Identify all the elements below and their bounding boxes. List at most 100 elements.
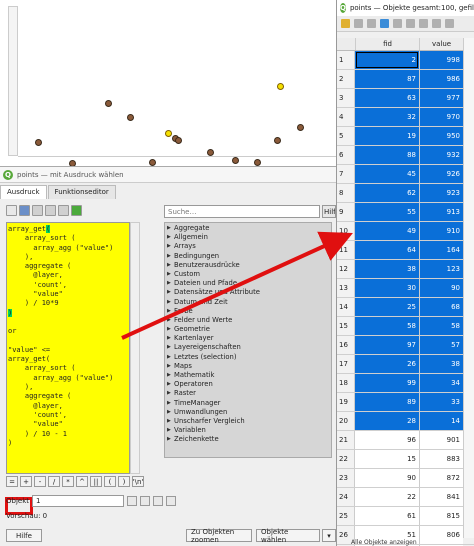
table-row[interactable]: 14 25 68 [337,298,474,317]
row-number[interactable]: 3 [337,89,355,107]
point-marker[interactable] [274,137,281,144]
operator-button[interactable]: ( [104,476,116,487]
row-number[interactable]: 12 [337,260,355,278]
table-row[interactable]: 13 30 90 [337,279,474,298]
add-feature-icon[interactable] [393,19,402,28]
function-group-item[interactable]: ▶ Unscharfer Vergleich [165,417,331,426]
table-row[interactable]: 1 2 998 [337,51,474,70]
expand-arrow-icon[interactable]: ▶ [167,325,174,334]
table-row[interactable]: 6 88 932 [337,146,474,165]
operator-button[interactable]: + [20,476,32,487]
row-number[interactable]: 4 [337,108,355,126]
reload-icon[interactable] [380,19,389,28]
table-row[interactable]: 23 90 872 [337,469,474,488]
expand-arrow-icon[interactable]: ▶ [167,261,174,270]
function-group-item[interactable]: ▶ Geometrie [165,325,331,334]
map-canvas[interactable] [0,0,336,167]
table-row[interactable]: 18 99 34 [337,374,474,393]
row-number[interactable]: 25 [337,507,355,525]
table-row[interactable]: 17 26 38 [337,355,474,374]
table-row[interactable]: 3 63 977 [337,89,474,108]
row-number[interactable]: 8 [337,184,355,202]
function-group-item[interactable]: ▶ Custom [165,270,331,279]
multi-edit-icon[interactable] [354,19,363,28]
table-row[interactable]: 12 38 123 [337,260,474,279]
grid-scrollbar[interactable] [463,38,474,538]
delete-feature-icon[interactable] [406,19,415,28]
function-group-item[interactable]: ▶ Bedingungen [165,252,331,261]
row-number[interactable]: 5 [337,127,355,145]
row-number[interactable]: 15 [337,317,355,335]
expand-arrow-icon[interactable]: ▶ [167,334,174,343]
expand-arrow-icon[interactable]: ▶ [167,426,174,435]
function-group-item[interactable]: ▶ Datensätze und Attribute [165,288,331,297]
expand-arrow-icon[interactable]: ▶ [167,233,174,242]
column-header-value[interactable]: value [419,38,463,50]
function-group-item[interactable]: ▶ Dateien und Pfade [165,279,331,288]
operator-button[interactable]: '\n' [132,476,144,487]
new-expression-icon[interactable] [6,205,17,216]
operator-button[interactable]: || [90,476,102,487]
row-number[interactable]: 20 [337,412,355,430]
expand-arrow-icon[interactable]: ▶ [167,252,174,261]
function-group-item[interactable]: ▶ Zeichenkette [165,435,331,444]
expand-arrow-icon[interactable]: ▶ [167,389,174,398]
table-row[interactable]: 16 97 57 [337,336,474,355]
expand-arrow-icon[interactable]: ▶ [167,288,174,297]
table-row[interactable]: 21 96 901 [337,431,474,450]
tab-funktionseditor[interactable]: Funktionseditor [47,185,116,199]
row-number[interactable]: 11 [337,241,355,259]
paste-icon[interactable] [445,19,454,28]
operator-button[interactable]: / [48,476,60,487]
table-row[interactable]: 10 49 910 [337,222,474,241]
save-edits-icon[interactable] [367,19,376,28]
edit-expression-icon[interactable] [32,205,43,216]
table-row[interactable]: 22 15 883 [337,450,474,469]
point-marker[interactable] [175,137,182,144]
expand-arrow-icon[interactable]: ▶ [167,371,174,380]
table-row[interactable]: 25 61 815 [337,507,474,526]
row-number[interactable]: 22 [337,450,355,468]
row-number[interactable]: 13 [337,279,355,297]
function-group-item[interactable]: ▶ Kartenlayer [165,334,331,343]
point-marker[interactable] [127,114,134,121]
expand-arrow-icon[interactable]: ▶ [167,408,174,417]
point-marker[interactable] [254,159,261,166]
function-group-item[interactable]: ▶ Maps [165,362,331,371]
table-row[interactable]: 24 22 841 [337,488,474,507]
expand-arrow-icon[interactable]: ▶ [167,298,174,307]
table-row[interactable]: 7 45 926 [337,165,474,184]
row-number[interactable]: 2 [337,70,355,88]
row-number[interactable]: 1 [337,51,355,69]
point-marker[interactable] [297,124,304,131]
export-expression-icon[interactable] [58,205,69,216]
expand-arrow-icon[interactable]: ▶ [167,417,174,426]
function-group-item[interactable]: ▶ Arrays [165,242,331,251]
row-number[interactable]: 24 [337,488,355,506]
function-list[interactable]: ▶ Aggregate ▶ Allgemein ▶ Arrays ▶ Bedingungen ▶… [164,222,332,458]
point-marker[interactable] [35,139,42,146]
operator-button[interactable]: = [6,476,18,487]
expand-arrow-icon[interactable]: ▶ [167,343,174,352]
row-number[interactable]: 10 [337,222,355,240]
row-number[interactable]: 16 [337,336,355,354]
row-number[interactable]: 9 [337,203,355,221]
table-row[interactable]: 15 58 58 [337,317,474,336]
column-header-fid[interactable]: fid [355,38,419,50]
operator-button[interactable]: - [34,476,46,487]
function-group-item[interactable]: ▶ Variablen [165,426,331,435]
next-feature-icon[interactable] [153,496,164,506]
operator-button[interactable]: ^ [76,476,88,487]
help-button[interactable]: Hilfe [6,529,42,542]
first-feature-icon[interactable] [127,496,138,506]
row-number[interactable]: 17 [337,355,355,373]
selected-point-marker[interactable] [277,83,284,90]
cut-icon[interactable] [419,19,428,28]
copy-icon[interactable] [432,19,441,28]
function-group-item[interactable]: ▶ Felder und Werte [165,316,331,325]
select-features-button[interactable]: Objekte wählen [256,528,320,544]
table-row[interactable]: 11 64 164 [337,241,474,260]
expand-arrow-icon[interactable]: ▶ [167,362,174,371]
table-row[interactable]: 5 19 950 [337,127,474,146]
expression-editor[interactable]: array_get( array_sort ( array_agg ("valu… [6,222,130,474]
